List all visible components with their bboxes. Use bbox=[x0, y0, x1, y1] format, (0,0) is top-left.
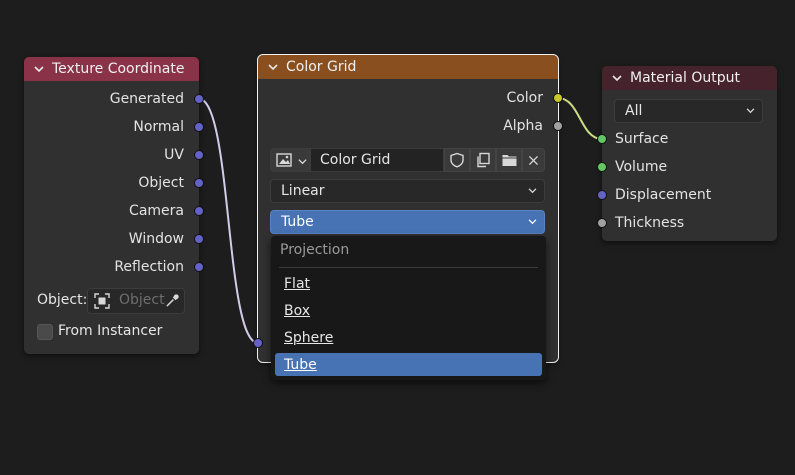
projection-dropdown[interactable]: Tube bbox=[270, 210, 545, 234]
image-type-dropdown[interactable] bbox=[270, 148, 310, 172]
menu-item-label: Sphere bbox=[284, 329, 334, 346]
chevron-down-icon[interactable] bbox=[34, 64, 44, 74]
unlink-image-button[interactable] bbox=[522, 148, 545, 172]
projection-menu: Projection Flat Box Sphere Tube bbox=[271, 236, 546, 380]
socket-normal[interactable] bbox=[194, 122, 204, 132]
socket-label: Volume bbox=[615, 159, 668, 175]
folder-icon bbox=[502, 155, 516, 166]
socket-vector-input[interactable] bbox=[253, 338, 263, 348]
interpolation-value: Linear bbox=[281, 183, 325, 199]
shield-icon bbox=[450, 152, 464, 168]
from-instancer-checkbox[interactable] bbox=[37, 324, 53, 340]
menu-separator bbox=[279, 267, 538, 268]
menu-item-sphere[interactable]: Sphere bbox=[275, 326, 542, 349]
socket-volume[interactable] bbox=[597, 162, 607, 172]
menu-item-flat[interactable]: Flat bbox=[275, 272, 542, 295]
socket-label: Thickness bbox=[615, 215, 685, 231]
output-target-value: All bbox=[625, 103, 643, 119]
socket-label: UV bbox=[164, 147, 184, 163]
duplicate-image-button[interactable] bbox=[470, 148, 496, 172]
chevron-down-icon[interactable] bbox=[268, 62, 278, 72]
color-grid-header[interactable]: Color Grid bbox=[258, 55, 558, 79]
menu-title: Projection bbox=[280, 242, 350, 258]
close-icon bbox=[528, 155, 539, 165]
socket-label: Color bbox=[506, 90, 543, 106]
output-target-dropdown[interactable]: All bbox=[614, 99, 763, 123]
chevron-down-icon bbox=[298, 159, 307, 165]
socket-label: Surface bbox=[615, 131, 669, 147]
object-field-label: Object: bbox=[37, 292, 88, 308]
menu-item-box[interactable]: Box bbox=[275, 299, 542, 322]
chevron-down-icon bbox=[746, 108, 755, 114]
object-picker-field[interactable]: Object bbox=[87, 288, 185, 314]
socket-label: Alpha bbox=[503, 118, 543, 134]
output-window: Window bbox=[24, 229, 184, 249]
input-thickness: Thickness bbox=[615, 213, 684, 233]
socket-color[interactable] bbox=[553, 93, 563, 103]
output-alpha: Alpha bbox=[258, 116, 543, 136]
material-output-node[interactable]: Material Output All Surface Volume Displ… bbox=[602, 66, 777, 241]
menu-item-label: Flat bbox=[284, 275, 311, 292]
chevron-down-icon bbox=[528, 188, 537, 194]
socket-label: Displacement bbox=[615, 187, 712, 203]
socket-uv[interactable] bbox=[194, 150, 204, 160]
texture-coordinate-header[interactable]: Texture Coordinate bbox=[24, 57, 199, 81]
output-uv: UV bbox=[24, 145, 184, 165]
socket-alpha[interactable] bbox=[553, 121, 563, 131]
interpolation-dropdown[interactable]: Linear bbox=[270, 179, 545, 203]
duplicate-icon bbox=[477, 152, 490, 168]
image-icon bbox=[276, 153, 292, 167]
chevron-down-icon[interactable] bbox=[612, 73, 622, 83]
link-color-to-surface bbox=[557, 97, 603, 140]
menu-item-tube[interactable]: Tube bbox=[275, 353, 542, 376]
socket-displacement[interactable] bbox=[597, 190, 607, 200]
socket-window[interactable] bbox=[194, 234, 204, 244]
menu-item-label: Box bbox=[284, 302, 311, 319]
socket-surface[interactable] bbox=[597, 134, 607, 144]
input-displacement: Displacement bbox=[615, 185, 711, 205]
material-output-header[interactable]: Material Output bbox=[602, 66, 777, 90]
socket-label: Normal bbox=[133, 119, 184, 135]
node-title: Material Output bbox=[630, 70, 740, 86]
output-color: Color bbox=[258, 88, 543, 108]
socket-camera[interactable] bbox=[194, 206, 204, 216]
menu-item-label: Tube bbox=[284, 356, 317, 373]
link-generated-to-colorgrid bbox=[198, 98, 259, 344]
output-camera: Camera bbox=[24, 201, 184, 221]
node-title: Texture Coordinate bbox=[52, 61, 185, 77]
from-instancer-label: From Instancer bbox=[58, 323, 163, 339]
socket-reflection[interactable] bbox=[194, 262, 204, 272]
socket-generated[interactable] bbox=[194, 94, 204, 104]
eyedropper-icon[interactable] bbox=[165, 293, 180, 308]
socket-label: Reflection bbox=[114, 259, 184, 275]
output-object: Object bbox=[24, 173, 184, 193]
object-placeholder: Object bbox=[119, 292, 165, 308]
input-volume: Volume bbox=[615, 157, 667, 177]
output-generated: Generated bbox=[24, 89, 184, 109]
object-icon bbox=[94, 293, 110, 309]
socket-label: Camera bbox=[129, 203, 184, 219]
input-surface: Surface bbox=[615, 129, 668, 149]
socket-label: Generated bbox=[109, 91, 184, 107]
output-reflection: Reflection bbox=[24, 257, 184, 277]
open-image-button[interactable] bbox=[496, 148, 522, 172]
fake-user-button[interactable] bbox=[444, 148, 470, 172]
socket-label: Window bbox=[128, 231, 184, 247]
projection-value: Tube bbox=[281, 214, 314, 230]
node-title: Color Grid bbox=[286, 59, 357, 75]
texture-coordinate-node[interactable]: Texture Coordinate Generated Normal UV O… bbox=[24, 57, 199, 354]
image-name: Color Grid bbox=[320, 152, 391, 168]
image-name-field[interactable]: Color Grid bbox=[310, 148, 444, 172]
output-normal: Normal bbox=[24, 117, 184, 137]
chevron-down-icon bbox=[528, 219, 537, 225]
socket-object[interactable] bbox=[194, 178, 204, 188]
socket-label: Object bbox=[138, 175, 184, 191]
socket-thickness[interactable] bbox=[597, 218, 607, 228]
